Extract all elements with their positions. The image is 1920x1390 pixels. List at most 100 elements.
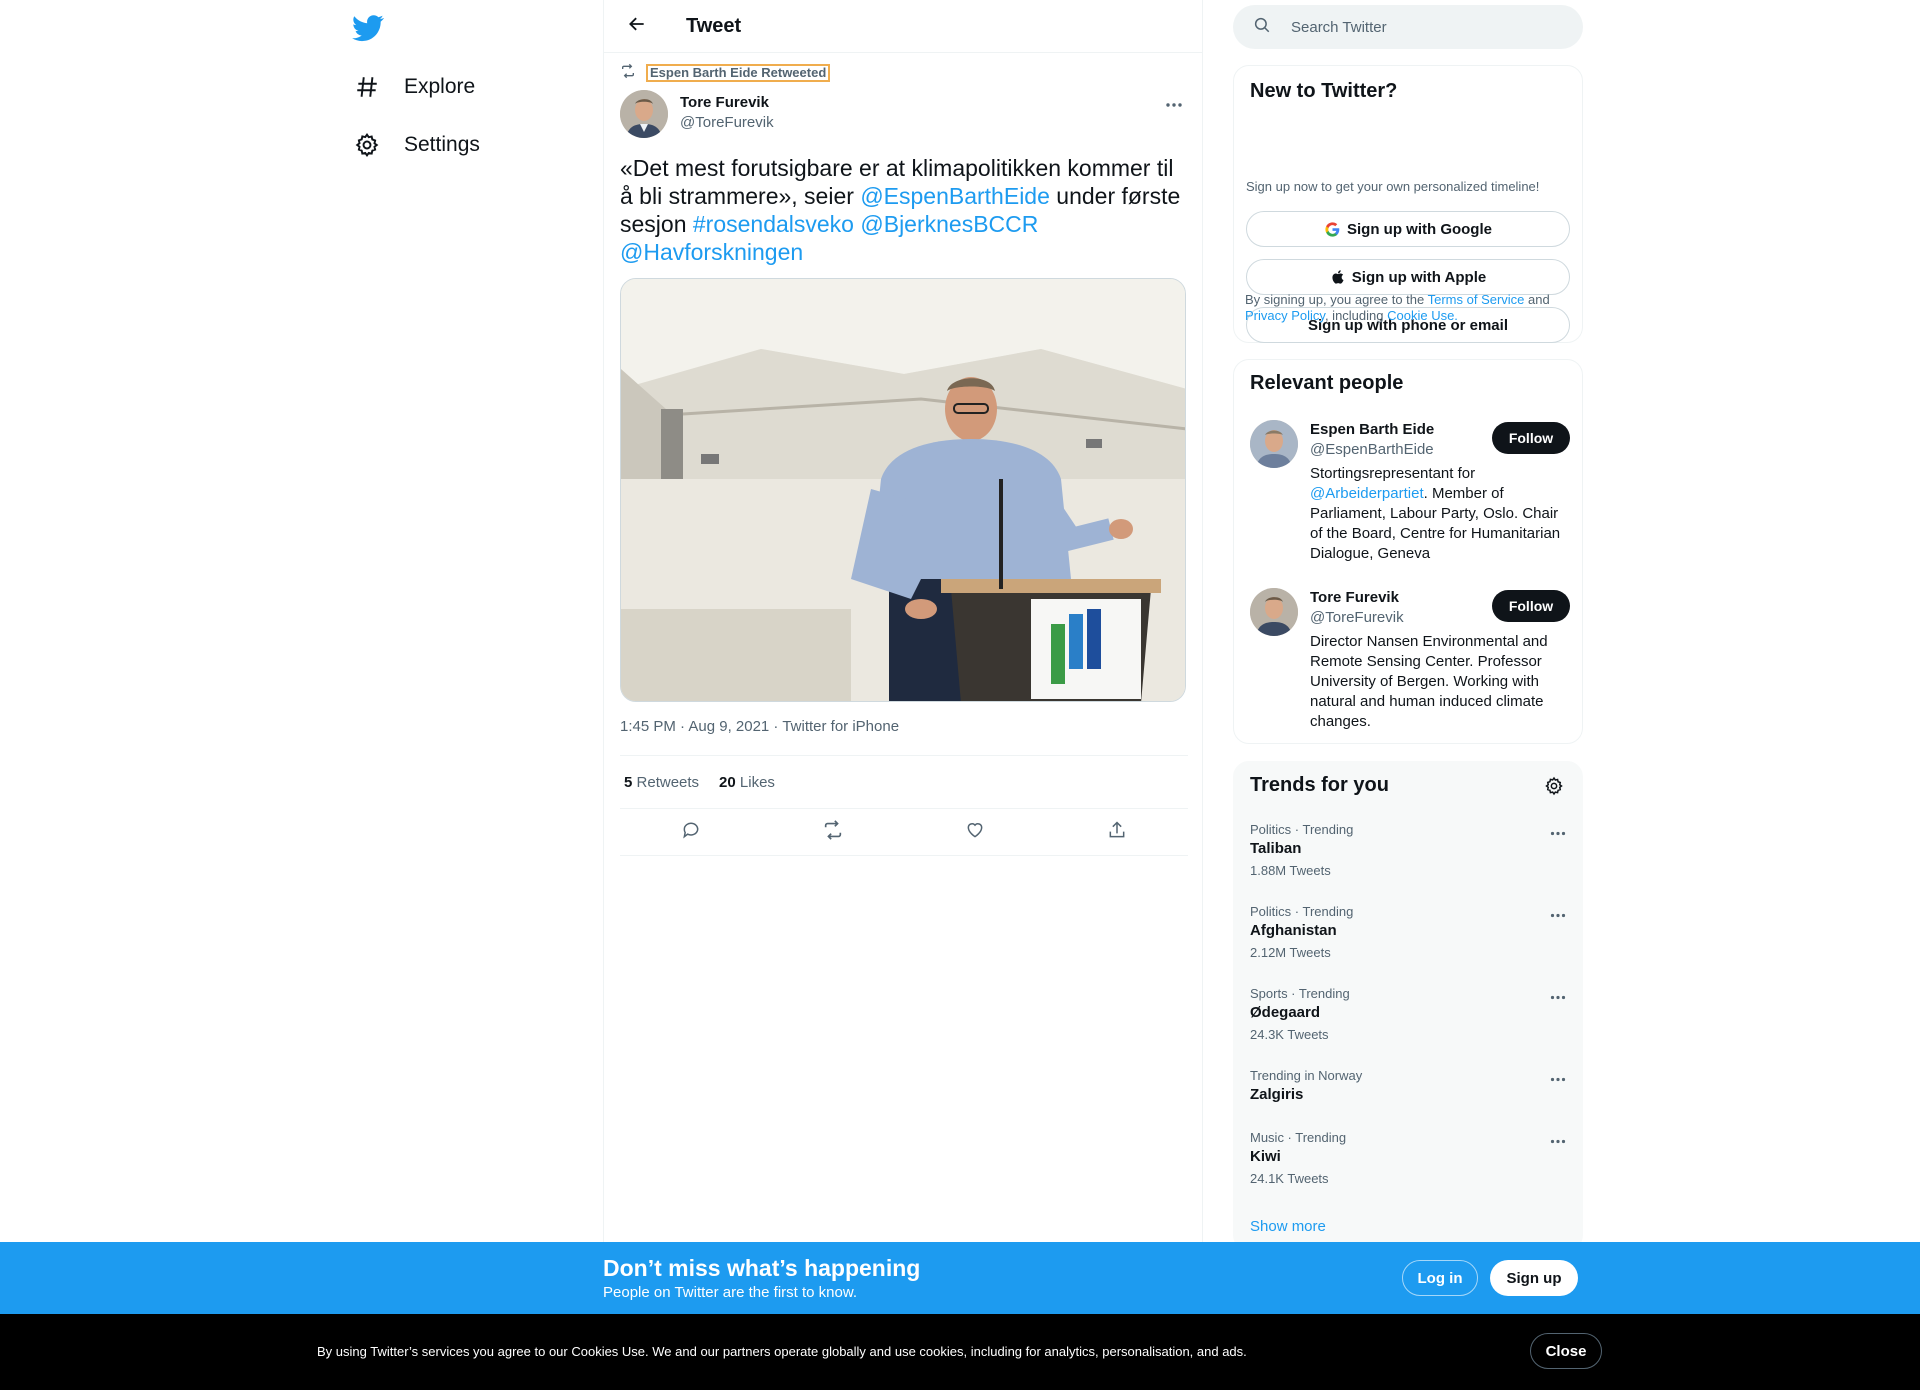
signup-button[interactable]: Sign up: [1490, 1260, 1578, 1296]
trend-item[interactable]: Music · Trending Kiwi 24.1K Tweets: [1250, 1130, 1570, 1190]
tweet-author: Tore Furevik @ToreFurevik: [620, 90, 774, 138]
gear-icon: [352, 130, 382, 160]
trend-name: Taliban: [1250, 840, 1302, 857]
mention-link[interactable]: @BjerknesBCCR: [860, 211, 1038, 237]
follow-button[interactable]: Follow: [1492, 422, 1570, 454]
trend-meta: Sports · Trending: [1250, 986, 1350, 1001]
nav-settings[interactable]: Settings: [352, 123, 480, 167]
person-bio: Director Nansen Environmental and Remote…: [1310, 633, 1548, 730]
trend-count: 24.1K Tweets: [1250, 1171, 1329, 1186]
trend-meta: Politics · Trending: [1250, 904, 1354, 919]
trend-meta: Politics · Trending: [1250, 822, 1354, 837]
retweet-button[interactable]: [816, 815, 850, 849]
retweets-stat[interactable]: 5 Retweets: [624, 774, 699, 791]
signup-google-label: Sign up with Google: [1347, 220, 1492, 238]
mention-link[interactable]: @EspenBarthEide: [860, 183, 1050, 209]
heart-icon: [965, 820, 985, 845]
tweet-actions: [620, 809, 1188, 856]
signup-google-button[interactable]: Sign up with Google: [1246, 211, 1570, 247]
reply-icon: [681, 820, 701, 845]
like-button[interactable]: [958, 815, 992, 849]
signup-apple-button[interactable]: Sign up with Apple: [1246, 259, 1570, 295]
retweet-context: Espen Barth Eide Retweeted: [620, 63, 831, 82]
retweets-count: 5: [624, 773, 633, 791]
tweet-text: «Det mest forutsigbare er at klimapoliti…: [620, 154, 1188, 266]
trend-item[interactable]: Sports · Trending Ødegaard 24.3K Tweets: [1250, 986, 1570, 1046]
cookie-bar: By using Twitter’s services you agree to…: [0, 1314, 1920, 1390]
reply-button[interactable]: [674, 815, 708, 849]
main-column: Tweet Espen Barth Eide Retweeted Tore Fu…: [603, 0, 1203, 1242]
trend-count: 24.3K Tweets: [1250, 1027, 1329, 1042]
trend-count: 1.88M Tweets: [1250, 863, 1331, 878]
tweet-photo[interactable]: [620, 278, 1186, 702]
signup-apple-label: Sign up with Apple: [1351, 268, 1487, 286]
hashtag-link[interactable]: #rosendalsveko: [693, 211, 854, 237]
likes-count: 20: [719, 773, 736, 791]
author-name[interactable]: Tore Furevik: [680, 93, 774, 113]
author-handle[interactable]: @ToreFurevik: [680, 113, 774, 133]
relevant-people-card: Relevant people Espen Barth Eide @EspenB…: [1233, 359, 1583, 744]
twitter-bird-icon[interactable]: [352, 12, 384, 44]
person-handle[interactable]: @ToreFurevik: [1310, 608, 1404, 628]
nav-explore-label: Explore: [404, 75, 476, 98]
search-input[interactable]: Search Twitter: [1233, 5, 1583, 49]
google-icon: [1324, 221, 1341, 238]
show-more-link[interactable]: Show more: [1250, 1218, 1326, 1235]
tweet-more-button[interactable]: [1162, 94, 1186, 114]
tweet-stats: 5 Retweets 20 Likes: [620, 755, 1188, 809]
gear-icon: [1544, 776, 1564, 801]
share-button[interactable]: [1100, 815, 1134, 849]
author-avatar[interactable]: [620, 90, 668, 138]
retweeted-by-link[interactable]: Espen Barth Eide Retweeted: [646, 63, 831, 82]
likes-label: Likes: [739, 773, 775, 791]
new-to-twitter-title: New to Twitter?: [1250, 80, 1398, 102]
terms-of-service-link[interactable]: Terms of Service: [1428, 292, 1525, 307]
bio-mention-link[interactable]: @Arbeiderpartiet: [1310, 485, 1424, 502]
search-icon: [1253, 16, 1271, 39]
page-title: Tweet: [686, 14, 742, 37]
trend-item[interactable]: Politics · Trending Afghanistan 2.12M Tw…: [1250, 904, 1570, 964]
person-handle[interactable]: @EspenBarthEide: [1310, 440, 1434, 460]
trends-title: Trends for you: [1250, 774, 1389, 796]
avatar: [1250, 588, 1298, 636]
person-name[interactable]: Tore Furevik: [1310, 588, 1399, 608]
more-dots-icon: [1550, 1131, 1566, 1149]
signup-legal-text: By signing up, you agree to the Terms of…: [1245, 292, 1575, 324]
nav-explore[interactable]: Explore: [352, 65, 475, 109]
privacy-policy-link[interactable]: Privacy Policy: [1245, 308, 1325, 323]
person-name[interactable]: Espen Barth Eide: [1310, 420, 1434, 440]
hashtag-icon: [352, 72, 382, 102]
trend-meta: Music · Trending: [1250, 1130, 1347, 1145]
share-icon: [1107, 820, 1127, 845]
avatar: [1250, 420, 1298, 468]
trend-more-button[interactable]: [1546, 822, 1570, 842]
more-dots-icon: [1550, 1069, 1566, 1087]
trend-item[interactable]: Politics · Trending Taliban 1.88M Tweets: [1250, 822, 1570, 882]
trends-settings-button[interactable]: [1542, 776, 1566, 800]
trend-more-button[interactable]: [1546, 904, 1570, 924]
likes-stat[interactable]: 20 Likes: [719, 774, 775, 791]
apple-icon: [1330, 268, 1346, 286]
bio-text: Stortingsrepresentant for: [1310, 465, 1476, 482]
cookie-use-link[interactable]: Cookie Use.: [1387, 308, 1458, 323]
close-button[interactable]: Close: [1530, 1333, 1602, 1369]
person-bio: Stortingsrepresentant for @Arbeiderparti…: [1310, 464, 1568, 564]
legal-prefix: By signing up, you agree to the: [1245, 292, 1428, 307]
trend-name: Ødegaard: [1250, 1004, 1321, 1021]
mention-link[interactable]: @Havforskningen: [620, 239, 803, 265]
back-button[interactable]: [620, 9, 654, 43]
cookie-text: By using Twitter’s services you agree to…: [317, 1344, 1247, 1359]
follow-button[interactable]: Follow: [1492, 590, 1570, 622]
trend-more-button[interactable]: [1546, 1130, 1570, 1150]
trend-name: Zalgiris: [1250, 1086, 1304, 1103]
more-dots-icon: [1550, 987, 1566, 1005]
tweet-timestamp[interactable]: 1:45 PM · Aug 9, 2021 · Twitter for iPho…: [620, 718, 899, 735]
trend-more-button[interactable]: [1546, 986, 1570, 1006]
trend-item[interactable]: Trending in Norway Zalgiris: [1250, 1068, 1570, 1106]
trend-more-button[interactable]: [1546, 1068, 1570, 1088]
login-button[interactable]: Log in: [1402, 1260, 1478, 1296]
legal-including: , including: [1324, 308, 1388, 323]
search-placeholder: Search Twitter: [1291, 18, 1387, 36]
header-bar: Tweet: [604, 0, 1202, 53]
retweet-icon: [620, 63, 636, 82]
